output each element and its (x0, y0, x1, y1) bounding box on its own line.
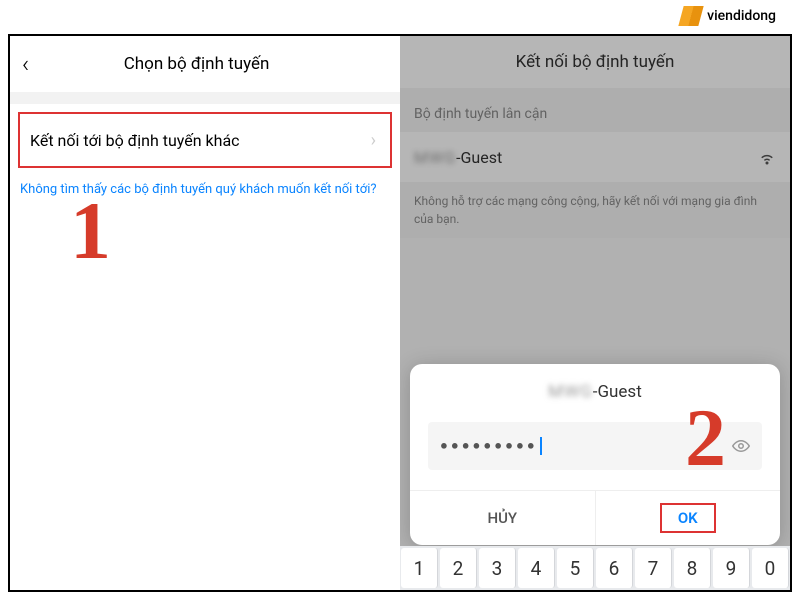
key-4[interactable]: 4 (518, 548, 555, 588)
right-screen: Kết nối bộ định tuyến Bộ định tuyến lân … (400, 36, 790, 590)
back-icon[interactable]: ‹ (22, 50, 29, 78)
show-password-icon[interactable] (732, 437, 750, 455)
key-8[interactable]: 8 (674, 548, 711, 588)
dialog-name-blurred: MWG (548, 382, 593, 402)
section-divider (10, 92, 400, 104)
key-0[interactable]: 0 (752, 548, 789, 588)
watermark-text: viendidong (707, 8, 776, 24)
key-9[interactable]: 9 (713, 548, 750, 588)
key-1[interactable]: 1 (401, 548, 438, 588)
ok-button-label: OK (660, 503, 716, 533)
key-3[interactable]: 3 (479, 548, 516, 588)
text-cursor (540, 437, 542, 455)
left-header: ‹ Chọn bộ định tuyến (10, 36, 400, 92)
left-screen-title: Chọn bộ định tuyến (29, 54, 364, 74)
left-screen: ‹ Chọn bộ định tuyến Kết nối tới bộ định… (10, 36, 400, 590)
key-5[interactable]: 5 (557, 548, 594, 588)
annotation-step-1: 1 (70, 184, 111, 278)
key-6[interactable]: 6 (596, 548, 633, 588)
cancel-button[interactable]: HỦY (410, 491, 595, 545)
dialog-button-row: HỦY OK (410, 490, 780, 545)
dialog-name-suffix: -Guest (593, 382, 642, 402)
ok-button[interactable]: OK (595, 491, 781, 545)
watermark: viendidong (681, 6, 776, 26)
chevron-right-icon: › (371, 130, 376, 151)
connect-other-router-row[interactable]: Kết nối tới bộ định tuyến khác › (18, 112, 392, 168)
key-7[interactable]: 7 (635, 548, 672, 588)
watermark-logo-icon (678, 6, 703, 26)
connect-other-label: Kết nối tới bộ định tuyến khác (30, 131, 371, 150)
screenshot-frame: ‹ Chọn bộ định tuyến Kết nối tới bộ định… (8, 34, 792, 592)
not-found-help-link[interactable]: Không tìm thấy các bộ định tuyến quý khá… (10, 174, 400, 205)
keyboard-number-row: 1 2 3 4 5 6 7 8 9 0 (400, 546, 790, 590)
annotation-step-2: 2 (685, 391, 726, 485)
key-2[interactable]: 2 (440, 548, 477, 588)
